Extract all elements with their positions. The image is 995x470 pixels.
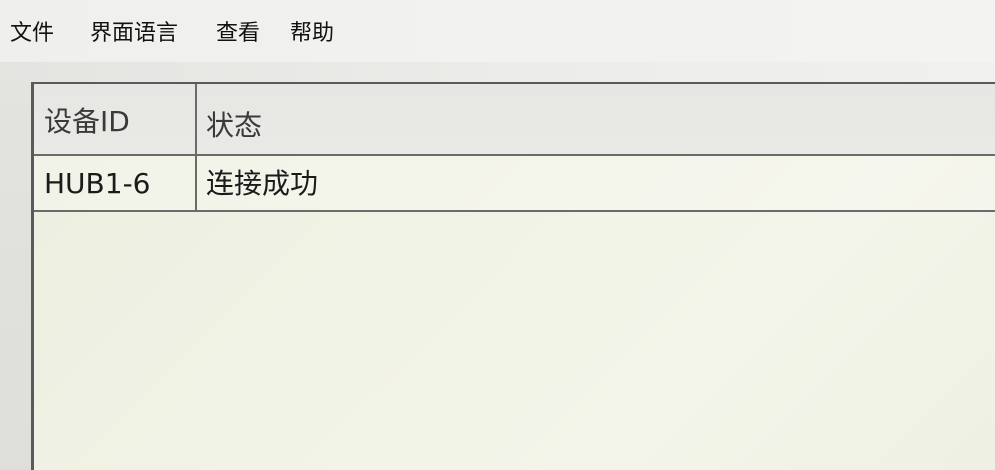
menu-file[interactable]: 文件 xyxy=(10,18,54,50)
status-cell: 连接成功 xyxy=(206,167,319,200)
column-header-device-id[interactable]: 设备ID xyxy=(44,102,130,142)
column-divider[interactable] xyxy=(195,84,197,212)
device-table: 设备ID 状态 HUB1-6 连接成功 xyxy=(31,82,995,470)
table-row[interactable]: HUB1-6 连接成功 xyxy=(34,156,995,212)
menu-interface-language[interactable]: 界面语言 xyxy=(90,18,178,50)
column-header-status[interactable]: 状态 xyxy=(206,106,262,146)
menu-view[interactable]: 查看 xyxy=(216,18,260,50)
table-header-row: 设备ID 状态 xyxy=(34,84,995,156)
toolbar-strip xyxy=(0,62,995,82)
window-left-margin xyxy=(0,82,31,470)
menu-bar: 文件 界面语言 查看 帮助 xyxy=(0,0,995,62)
menu-help[interactable]: 帮助 xyxy=(290,18,334,50)
device-id-cell: HUB1-6 xyxy=(44,167,151,200)
